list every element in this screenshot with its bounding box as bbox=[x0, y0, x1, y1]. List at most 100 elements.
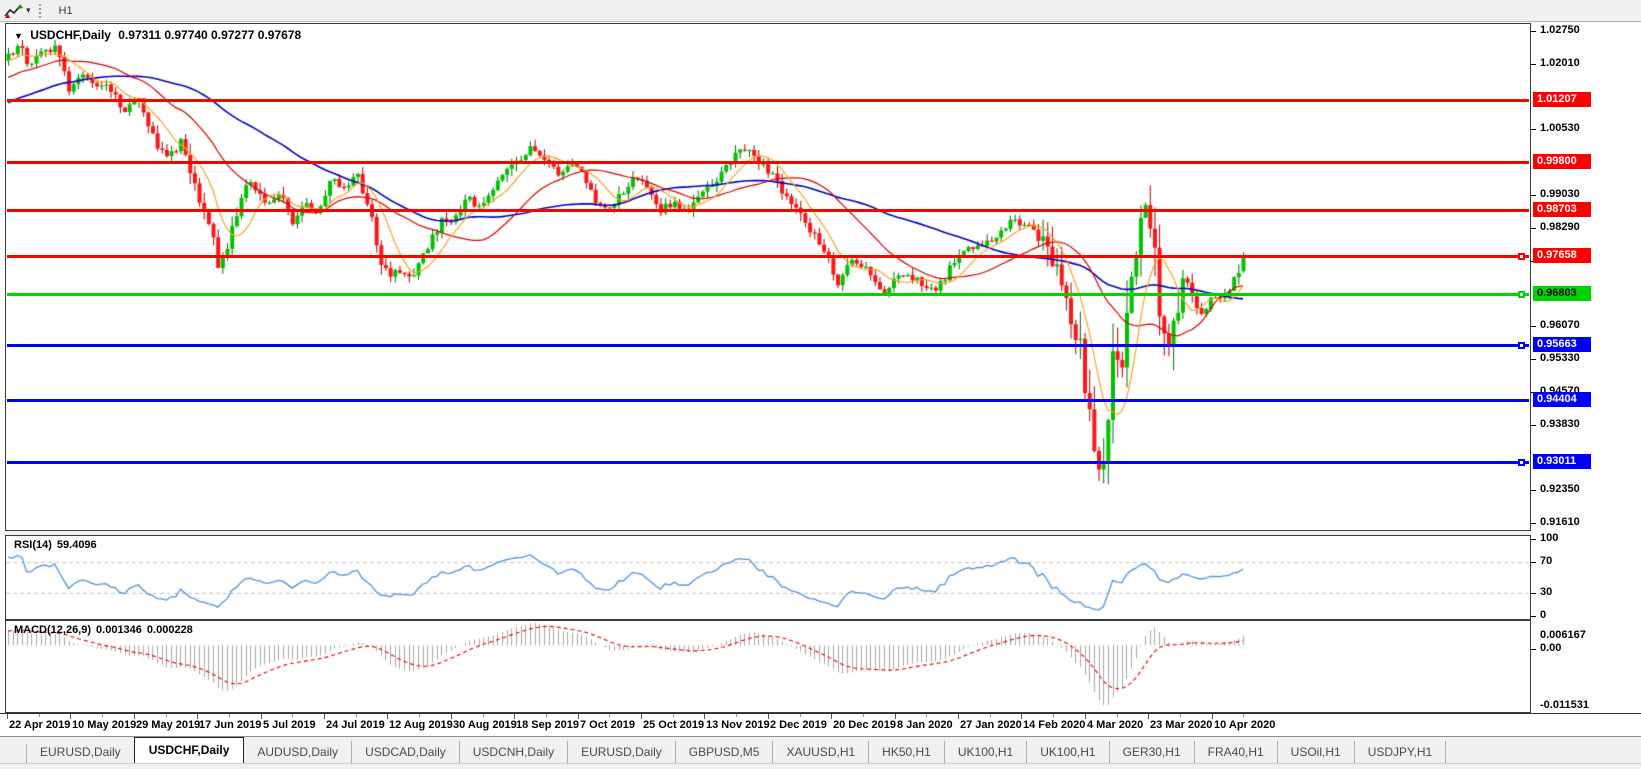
macd-axis-zero-label: 0.00 bbox=[1540, 642, 1562, 654]
macd-zero-tick bbox=[1531, 649, 1536, 650]
chart-tab-gbpusd-m5[interactable]: GBPUSD,M5 bbox=[676, 741, 774, 764]
date-axis-label: 5 Jul 2019 bbox=[263, 719, 316, 731]
level-line-handle[interactable] bbox=[1518, 459, 1525, 466]
chart-tab-eurusd-daily[interactable]: EURUSD,Daily bbox=[568, 741, 676, 764]
date-axis-label: 24 Jul 2019 bbox=[326, 719, 385, 731]
date-axis-label: 13 Nov 2019 bbox=[706, 719, 770, 731]
chevron-down-icon[interactable]: ▾ bbox=[26, 5, 31, 16]
macd-axis-max-label: 0.006167 bbox=[1540, 629, 1586, 641]
date-axis-label: 20 Dec 2019 bbox=[833, 719, 896, 731]
price-level-badge: 0.95663 bbox=[1533, 337, 1591, 352]
price-level-badge: 0.99800 bbox=[1533, 154, 1591, 169]
horizontal-level-line[interactable] bbox=[7, 99, 1529, 102]
date-tick-minor bbox=[800, 714, 801, 717]
date-axis-label: 22 Apr 2019 bbox=[9, 719, 71, 731]
chart-tab-usdchf-daily[interactable]: USDCHF,Daily bbox=[133, 737, 245, 764]
horizontal-level-line[interactable] bbox=[7, 209, 1529, 212]
chart-tab-uk100-h1[interactable]: UK100,H1 bbox=[1027, 741, 1110, 764]
horizontal-level-line[interactable] bbox=[7, 399, 1529, 402]
chart-tab-uk100-h1[interactable]: UK100,H1 bbox=[945, 741, 1028, 764]
chart-tab-xauusd-h1[interactable]: XAUUSD,H1 bbox=[773, 741, 870, 764]
macd-label: MACD(12,26,9) 0.001346 0.000228 bbox=[14, 624, 198, 636]
date-axis-label: 12 Aug 2019 bbox=[389, 719, 453, 731]
rsi-canvas[interactable] bbox=[6, 536, 1530, 619]
chevron-down-icon: ▼ bbox=[14, 31, 23, 41]
price-level-badge: 0.93011 bbox=[1533, 454, 1591, 469]
price-axis[interactable]: 1.027501.020101.005300.990300.982900.975… bbox=[1531, 23, 1641, 713]
date-axis-label: 2 Dec 2019 bbox=[770, 719, 827, 731]
date-tick-minor bbox=[102, 714, 103, 717]
chart-tab-ger30-h1[interactable]: GER30,H1 bbox=[1110, 741, 1195, 764]
date-tick-mark bbox=[134, 714, 135, 719]
price-level-badge: 0.94404 bbox=[1533, 392, 1591, 407]
date-tick-minor bbox=[39, 714, 40, 717]
timeframe-button-h1[interactable]: H1 bbox=[50, 2, 89, 20]
macd-canvas[interactable] bbox=[6, 621, 1530, 708]
horizontal-level-line[interactable] bbox=[7, 461, 1529, 464]
chart-symbol: USDCHF,Daily bbox=[30, 28, 111, 42]
date-tick-mark bbox=[514, 714, 515, 719]
level-line-handle[interactable] bbox=[1518, 253, 1525, 260]
horizontal-level-line[interactable] bbox=[7, 344, 1529, 347]
date-axis-label: 27 Jan 2020 bbox=[960, 719, 1022, 731]
date-tick-mark bbox=[641, 714, 642, 719]
level-line-handle[interactable] bbox=[1518, 291, 1525, 298]
macd-main-value: 0.001346 bbox=[96, 624, 142, 636]
chart-tab-eurusd-daily[interactable]: EURUSD,Daily bbox=[27, 741, 135, 764]
date-axis-label: 14 Feb 2020 bbox=[1023, 719, 1086, 731]
axis-tick-mark bbox=[1531, 523, 1536, 524]
date-axis-label: 30 Aug 2019 bbox=[453, 719, 517, 731]
axis-tick-label: 1.02010 bbox=[1540, 57, 1580, 69]
chart-tab-usdjpy-h1[interactable]: USDJPY,H1 bbox=[1355, 741, 1447, 764]
date-axis[interactable]: 22 Apr 2019 10 May 2019 29 May 2019 17 Jun … bbox=[0, 713, 1641, 737]
date-axis-label: 18 Sep 2019 bbox=[516, 719, 579, 731]
chart-tab-usdcnh-daily[interactable]: USDCNH,Daily bbox=[460, 741, 569, 764]
rsi-axis-label: 30 bbox=[1540, 586, 1553, 598]
tab-bar-stub bbox=[0, 744, 27, 764]
date-tick-mark bbox=[7, 714, 8, 719]
date-tick-mark bbox=[1212, 714, 1213, 719]
rsi-pane[interactable]: RSI(14) 59.4096 bbox=[5, 535, 1531, 620]
date-tick-mark bbox=[831, 714, 832, 719]
macd-pane[interactable]: MACD(12,26,9) 0.001346 0.000228 bbox=[5, 620, 1531, 713]
date-tick-mark bbox=[324, 714, 325, 719]
level-line-handle[interactable] bbox=[1518, 342, 1525, 349]
price-level-badge: 0.96803 bbox=[1533, 286, 1591, 301]
axis-tick-mark bbox=[1531, 64, 1536, 65]
date-tick-minor bbox=[863, 714, 864, 717]
chart-tab-usoil-h1[interactable]: USOil,H1 bbox=[1278, 741, 1355, 764]
indicators-icon[interactable] bbox=[4, 3, 24, 19]
chart-title: ▼ USDCHF,Daily 0.97311 0.97740 0.97277 0… bbox=[14, 28, 305, 42]
axis-tick-label: 0.93830 bbox=[1540, 418, 1580, 430]
price-chart-pane[interactable]: ▼ USDCHF,Daily 0.97311 0.97740 0.97277 0… bbox=[5, 23, 1531, 531]
horizontal-level-line[interactable] bbox=[7, 255, 1529, 258]
rsi-axis-label: 0 bbox=[1540, 609, 1547, 621]
status-strip bbox=[0, 763, 1641, 769]
price-level-badge: 0.97658 bbox=[1533, 248, 1591, 263]
rsi-axis-tick bbox=[1531, 562, 1536, 563]
chart-tab-fra40-h1[interactable]: FRA40,H1 bbox=[1195, 741, 1278, 764]
date-tick-mark bbox=[197, 714, 198, 719]
axis-tick-mark bbox=[1531, 326, 1536, 327]
date-tick-minor bbox=[419, 714, 420, 717]
date-axis-label: 17 Jun 2019 bbox=[199, 719, 262, 731]
axis-tick-label: 1.02750 bbox=[1540, 24, 1580, 36]
axis-tick-mark bbox=[1531, 129, 1536, 130]
rsi-axis-tick bbox=[1531, 616, 1536, 617]
rsi-axis-label: 70 bbox=[1540, 555, 1553, 567]
date-tick-minor bbox=[673, 714, 674, 717]
date-tick-mark bbox=[451, 714, 452, 719]
rsi-value: 59.4096 bbox=[56, 539, 97, 551]
date-tick-mark bbox=[958, 714, 959, 719]
chart-ohlc: 0.97311 0.97740 0.97277 0.97678 bbox=[118, 28, 302, 42]
horizontal-level-line[interactable] bbox=[7, 161, 1529, 164]
date-tick-mark bbox=[387, 714, 388, 719]
axis-tick-mark bbox=[1531, 31, 1536, 32]
date-axis-label: 10 Apr 2020 bbox=[1214, 719, 1276, 731]
toolbar-grip bbox=[38, 3, 41, 18]
chart-tab-audusd-daily[interactable]: AUDUSD,Daily bbox=[244, 741, 353, 764]
date-tick-mark bbox=[704, 714, 705, 719]
chart-tab-hk50-h1[interactable]: HK50,H1 bbox=[869, 741, 945, 764]
chart-tab-usdcad-daily[interactable]: USDCAD,Daily bbox=[352, 741, 460, 764]
horizontal-level-line[interactable] bbox=[7, 293, 1529, 296]
